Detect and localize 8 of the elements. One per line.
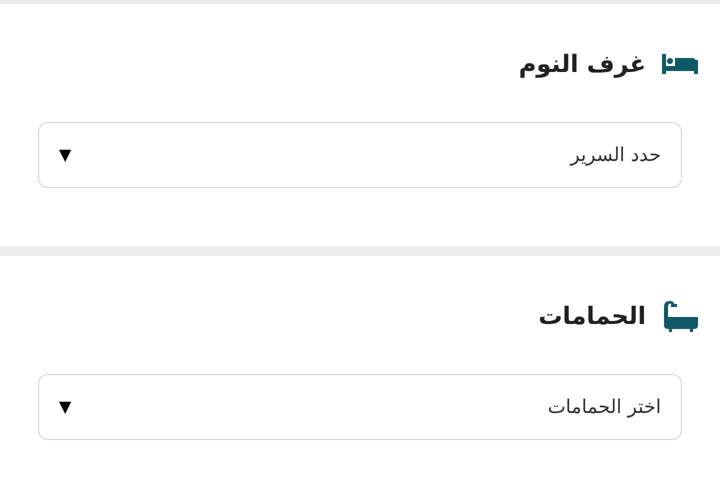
dropdown-arrow: ▼ — [59, 144, 72, 166]
bed-icon — [662, 52, 698, 76]
dropdown-select[interactable]: حدد السرير ▼ — [38, 122, 682, 188]
section-title: غرف النوم — [518, 49, 646, 80]
bathtub-icon — [662, 299, 698, 333]
section-title: الحمامات — [538, 301, 646, 332]
dropdown-arrow: ▼ — [59, 396, 72, 418]
dropdown-select[interactable]: اختر الحمامات ▼ — [38, 374, 682, 440]
